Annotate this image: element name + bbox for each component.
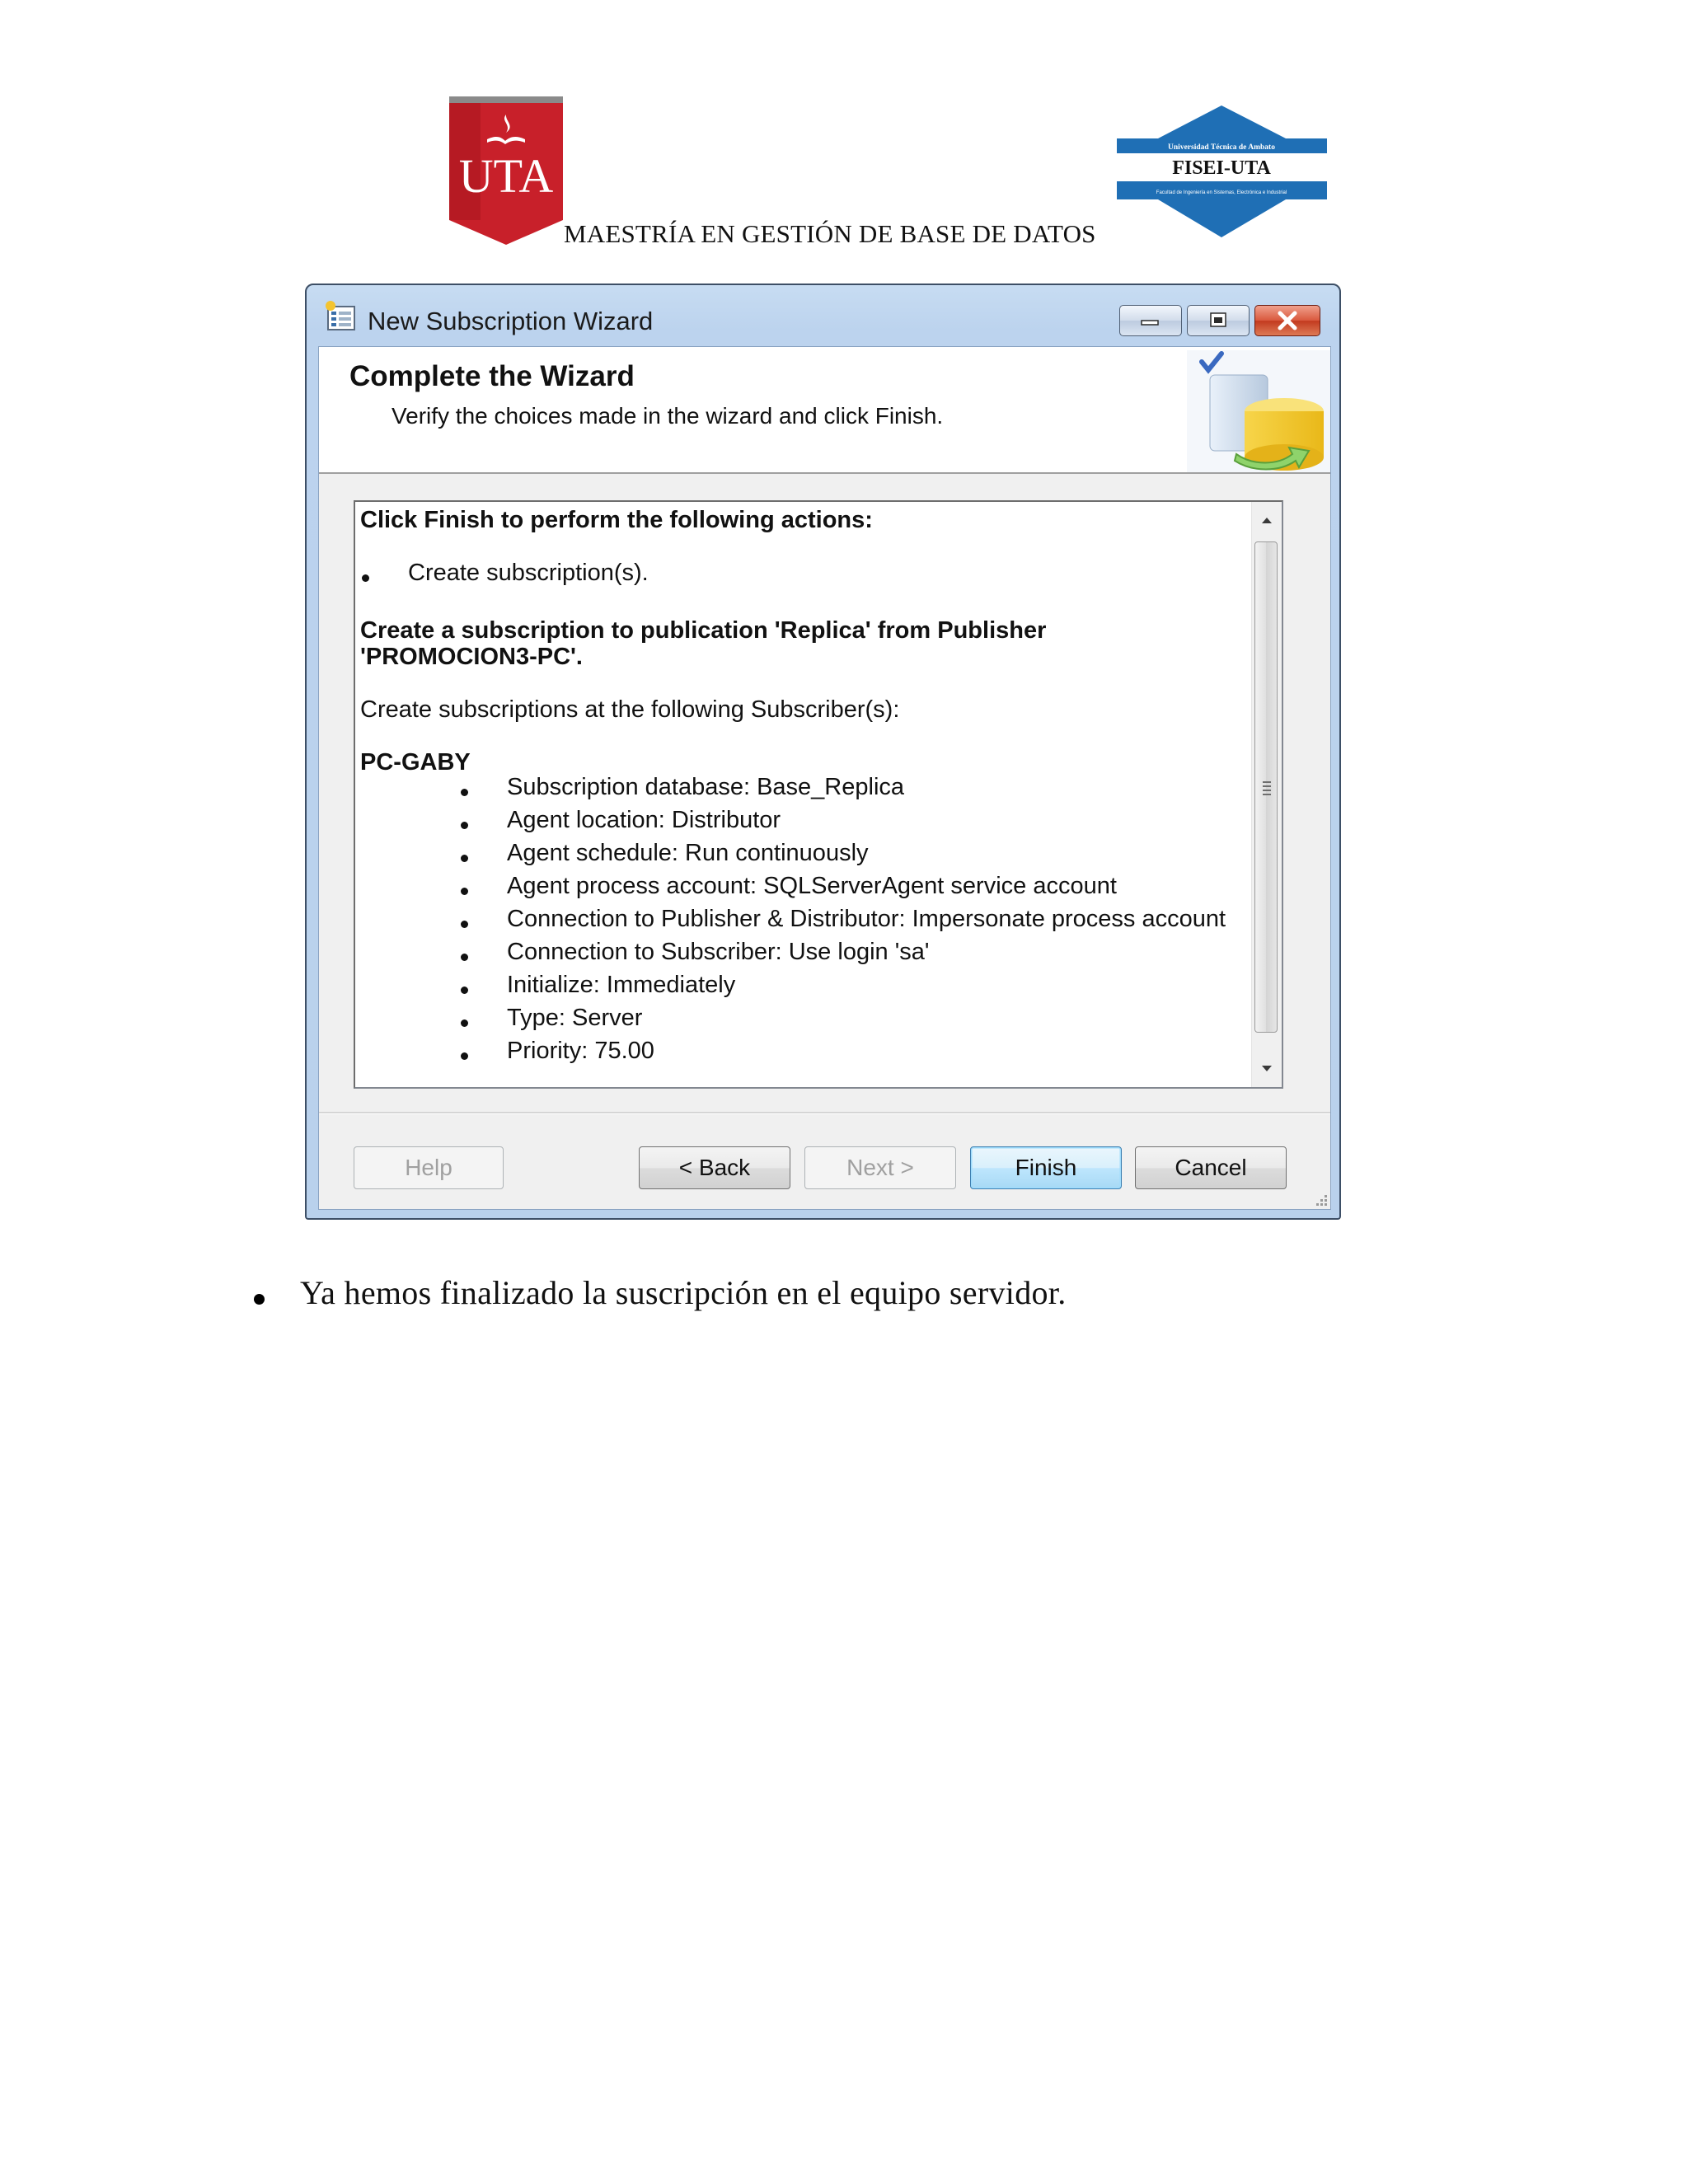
next-button[interactable]: Next > — [804, 1146, 956, 1189]
scroll-down-button[interactable] — [1252, 1052, 1282, 1085]
subscriber-detail: Initialize: Immediately — [507, 972, 736, 998]
subscriber-name: PC-GABY — [360, 749, 471, 776]
subscriber-detail: Subscription database: Base_Replica — [507, 774, 905, 800]
subscribers-intro: Create subscriptions at the following Su… — [360, 696, 900, 723]
scrollbar-thumb[interactable] — [1254, 541, 1278, 1033]
summary-action-item: Create subscription(s). — [408, 560, 649, 586]
minimize-icon — [1141, 320, 1159, 326]
footer-separator — [319, 1112, 1330, 1114]
publication-line-1: Create a subscription to publication 'Re… — [360, 617, 1047, 644]
bullet-dot — [461, 987, 468, 994]
subscriber-detail: Connection to Subscriber: Use login 'sa' — [507, 939, 930, 965]
publication-line-2: 'PROMOCION3-PC'. — [360, 644, 583, 670]
maximize-button[interactable] — [1187, 305, 1250, 336]
bullet-dot — [461, 1019, 468, 1027]
wizard-banner: Complete the Wizard Verify the choices m… — [319, 347, 1330, 474]
close-button[interactable] — [1254, 305, 1320, 336]
vertical-scrollbar[interactable] — [1251, 502, 1282, 1087]
summary-text-area[interactable]: Click Finish to perform the following ac… — [354, 500, 1283, 1089]
bullet-dot — [362, 574, 369, 582]
thumb-grip-line — [1263, 781, 1271, 783]
help-button[interactable]: Help — [354, 1146, 504, 1189]
fisei-logo-main-text: FISEI-UTA — [1172, 157, 1271, 179]
wizard-app-icon — [326, 301, 355, 330]
bullet-dot — [461, 789, 468, 796]
finish-button[interactable]: Finish — [970, 1146, 1122, 1189]
thumb-grip-line — [1263, 790, 1271, 791]
scroll-up-arrow-icon — [1262, 518, 1272, 523]
fisei-logo-top-text: Universidad Técnica de Ambato — [1168, 143, 1275, 152]
document-header-title: MAESTRÍA EN GESTIÓN DE BASE DE DATOS — [564, 219, 1096, 248]
uta-logo-text: UTA — [459, 149, 554, 203]
subscriber-detail: Type: Server — [507, 1005, 643, 1031]
uta-logo: UTA — [449, 96, 563, 245]
bullet-dot — [461, 1052, 468, 1060]
bullet-dot — [461, 822, 468, 829]
back-button[interactable]: < Back — [639, 1146, 790, 1189]
body-bullet-text: Ya hemos finalizado la suscripción en el… — [300, 1274, 1067, 1311]
database-wizard-icon — [1187, 350, 1330, 472]
minimize-button[interactable] — [1119, 305, 1182, 336]
window-title: New Subscription Wizard — [368, 307, 654, 335]
banner-subtitle: Verify the choices made in the wizard an… — [392, 403, 944, 429]
subscriber-detail: Agent schedule: Run continuously — [507, 840, 869, 866]
list-bullet — [254, 1294, 265, 1305]
summary-heading: Click Finish to perform the following ac… — [360, 507, 873, 533]
subscriber-detail: Connection to Publisher & Distributor: I… — [507, 906, 1226, 932]
thumb-grip-line — [1263, 794, 1271, 795]
bullet-dot — [461, 921, 468, 928]
resize-grip-icon[interactable] — [1312, 1191, 1329, 1207]
thumb-grip-line — [1263, 785, 1271, 787]
banner-title: Complete the Wizard — [349, 360, 635, 392]
scroll-down-arrow-icon — [1262, 1066, 1272, 1071]
subscriber-detail: Agent location: Distributor — [507, 807, 781, 833]
maximize-icon — [1210, 312, 1226, 327]
wizard-client-area: Complete the Wizard Verify the choices m… — [318, 346, 1331, 1210]
close-icon — [1278, 311, 1297, 330]
bullet-dot — [461, 954, 468, 961]
title-bar[interactable]: New Subscription Wizard — [307, 285, 1339, 346]
new-subscription-wizard-window: New Subscription Wizard Complete the Wiz… — [305, 284, 1341, 1220]
subscriber-detail: Priority: 75.00 — [507, 1038, 654, 1064]
subscriber-detail: Agent process account: SQLServerAgent se… — [507, 873, 1117, 899]
fisei-logo-bottom-text: Facultad de Ingeniería en Sistemas, Elec… — [1156, 190, 1287, 195]
cancel-button[interactable]: Cancel — [1135, 1146, 1287, 1189]
fisei-logo: Universidad Técnica de Ambato FISEI-UTA … — [1117, 105, 1327, 237]
scroll-up-button[interactable] — [1252, 504, 1282, 537]
bullet-dot — [461, 855, 468, 862]
bullet-dot — [461, 888, 468, 895]
